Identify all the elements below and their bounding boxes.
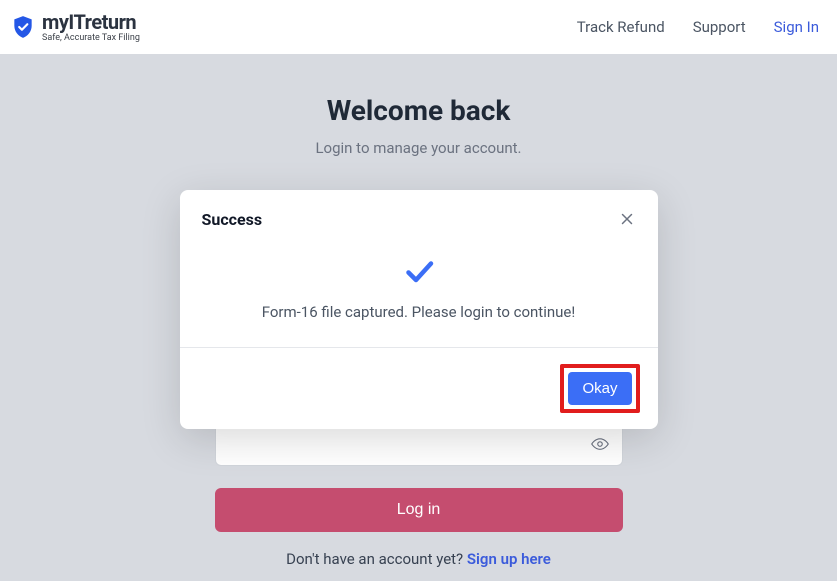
signup-row: Don't have an account yet? Sign up here [215,550,623,568]
signup-link[interactable]: Sign up here [467,550,551,568]
okay-highlight: Okay [560,364,639,413]
brand-tagline: Safe, Accurate Tax Filing [42,34,140,43]
nav-sign-in[interactable]: Sign In [774,18,819,36]
nav-support[interactable]: Support [693,18,746,36]
nav-links: Track Refund Support Sign In [577,18,819,36]
shield-check-icon [10,14,36,40]
close-icon[interactable] [618,210,636,228]
login-button[interactable]: Log in [215,488,623,532]
modal-title: Success [202,210,263,229]
login-form: Log in Don't have an account yet? Sign u… [215,422,623,568]
page-subtitle: Login to manage your account. [0,139,837,157]
eye-icon[interactable] [591,435,609,453]
page-title: Welcome back [0,94,837,127]
logo[interactable]: myITreturn Safe, Accurate Tax Filing [10,12,140,43]
okay-button[interactable]: Okay [568,372,631,405]
check-icon [401,253,437,289]
signup-prompt: Don't have an account yet? [286,550,467,568]
success-modal: Success Form-16 file captured. Please lo… [180,190,658,429]
modal-message: Form-16 file captured. Please login to c… [202,303,636,321]
brand-name: myITreturn [42,12,140,32]
nav-track-refund[interactable]: Track Refund [577,18,665,36]
topbar: myITreturn Safe, Accurate Tax Filing Tra… [0,0,837,54]
